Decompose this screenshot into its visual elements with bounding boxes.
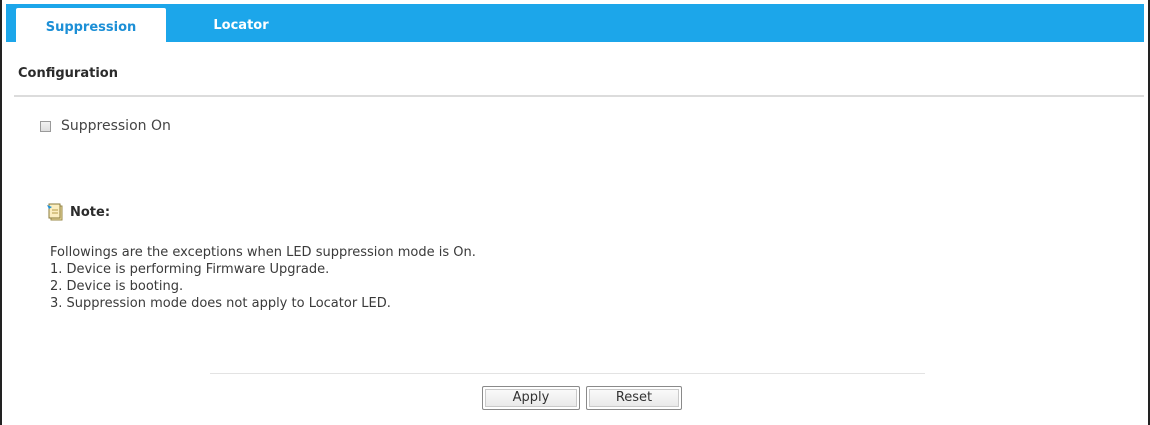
suppression-on-checkbox[interactable] [40,120,51,132]
tab-bar: Suppression Locator [6,4,1144,42]
suppression-on-label: Suppression On [61,118,171,134]
apply-button[interactable]: Apply [482,386,580,410]
reset-button[interactable]: Reset [586,386,682,410]
note-title: Note: [70,204,111,220]
note-body: Followings are the exceptions when LED s… [50,244,476,312]
note-line: 3. Suppression mode does not apply to Lo… [50,296,391,311]
page-frame [0,0,1150,425]
note-line: Followings are the exceptions when LED s… [50,245,476,260]
note-header: Note: [46,203,110,221]
note-line: 2. Device is booting. [50,279,184,294]
tab-locator[interactable]: Locator [166,4,316,38]
note-icon [47,203,63,221]
section-title-configuration: Configuration [18,66,118,81]
tab-suppression[interactable]: Suppression [16,8,166,42]
note-line: 1. Device is performing Firmware Upgrade… [50,262,330,277]
button-bar-divider [210,373,925,374]
section-divider [14,95,1144,97]
suppression-on-option[interactable]: Suppression On [40,117,171,135]
